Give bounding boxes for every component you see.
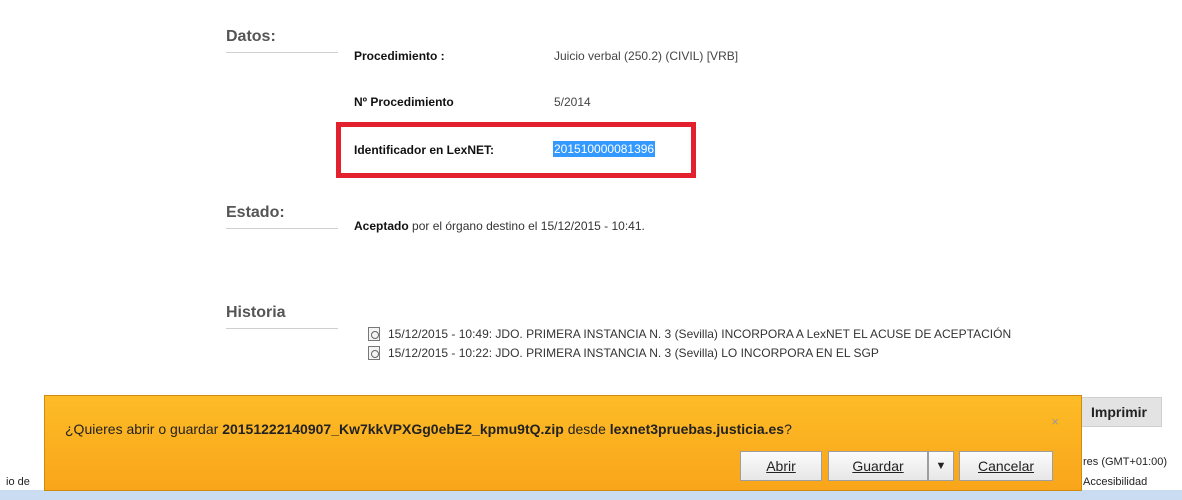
download-filename: 20151222140907_Kw7kkVPXGg0ebE2_kpmu9tQ.z… — [222, 421, 564, 437]
history-item[interactable]: 15/12/2015 - 10:22: JDO. PRIMERA INSTANC… — [368, 346, 879, 360]
bottom-bar — [0, 490, 1182, 500]
estado-status-rest: por el órgano destino el 15/12/2015 - 10… — [408, 219, 645, 233]
download-source: lexnet3pruebas.justicia.es — [609, 421, 785, 437]
history-item-text: 15/12/2015 - 10:49: JDO. PRIMERA INSTANC… — [388, 327, 1012, 341]
num-procedimiento-label: Nº Procedimiento — [354, 95, 454, 109]
estado-section-label: Estado: — [226, 204, 338, 229]
historia-section-label: Historia — [226, 304, 338, 329]
cancel-button[interactable]: Cancelar — [959, 451, 1053, 481]
open-button-label: Abrir — [766, 458, 796, 474]
download-message: ¿Quieres abrir o guardar 20151222140907_… — [65, 421, 792, 437]
download-notification-bar: ¿Quieres abrir o guardar 20151222140907_… — [44, 395, 1082, 491]
print-button-label: Imprimir — [1090, 404, 1147, 420]
estado-status-bold: Aceptado — [354, 219, 409, 233]
download-middle: desde — [563, 421, 610, 437]
download-suffix: ? — [784, 421, 792, 437]
save-options-dropdown[interactable]: ▼ — [928, 451, 954, 481]
lexnet-id-selection: 201510000081396 — [553, 141, 656, 157]
chevron-down-icon: ▼ — [935, 460, 947, 472]
procedimiento-value: Juicio verbal (250.2) (CIVIL) [VRB] — [554, 49, 739, 63]
num-procedimiento-value: 5/2014 — [554, 95, 591, 109]
save-button[interactable]: Guardar — [828, 451, 928, 481]
lexnet-id-label: Identificador en LexNET: — [354, 143, 495, 157]
close-icon[interactable]: × — [1051, 414, 1059, 429]
lexnet-id-value[interactable]: 201510000081396 — [553, 141, 656, 157]
footer-left-text: io de — [6, 476, 30, 488]
open-button[interactable]: Abrir — [740, 451, 822, 481]
cancel-button-label: Cancelar — [977, 458, 1035, 474]
history-item[interactable]: 15/12/2015 - 10:49: JDO. PRIMERA INSTANC… — [368, 327, 1011, 341]
datos-section-label: Datos: — [226, 28, 338, 53]
document-icon — [368, 346, 380, 360]
footer-timezone: res (GMT+01:00) — [1083, 456, 1168, 468]
document-icon — [368, 327, 380, 341]
history-item-text: 15/12/2015 - 10:22: JDO. PRIMERA INSTANC… — [388, 346, 879, 360]
download-prefix: ¿Quieres abrir o guardar — [65, 421, 223, 437]
footer-accessibility-link[interactable]: Accesibilidad — [1083, 476, 1147, 488]
procedimiento-label: Procedimiento : — [354, 49, 445, 63]
save-button-label: Guardar — [852, 458, 904, 474]
estado-status: Aceptado por el órgano destino el 15/12/… — [354, 219, 645, 233]
